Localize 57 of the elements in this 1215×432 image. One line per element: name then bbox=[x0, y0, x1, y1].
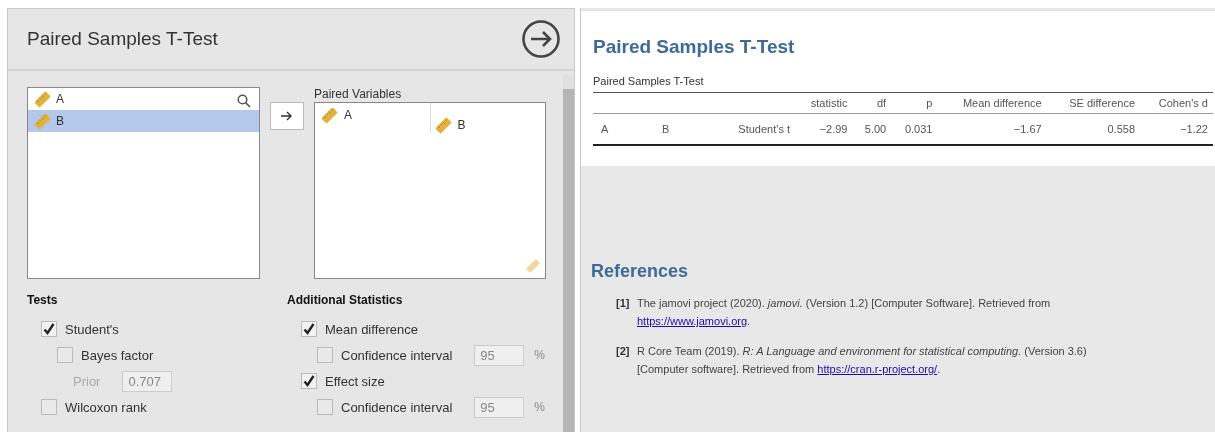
table-cell: 0.558 bbox=[1046, 113, 1141, 145]
search-icon[interactable] bbox=[237, 94, 251, 108]
option-label: Wilcoxon rank bbox=[65, 399, 147, 415]
table-cell: 0.031 bbox=[891, 113, 938, 145]
column-header: statistic bbox=[810, 97, 848, 109]
move-button[interactable] bbox=[270, 102, 304, 130]
checkbox[interactable] bbox=[41, 321, 57, 337]
variable-item[interactable]: B bbox=[28, 110, 259, 132]
reference-number: [2] bbox=[616, 344, 631, 359]
column-header: Cohen's d bbox=[1158, 97, 1208, 109]
variable-item[interactable]: A bbox=[28, 88, 259, 110]
checkbox[interactable] bbox=[301, 321, 317, 337]
unit-label: % bbox=[534, 348, 545, 362]
ruler-icon bbox=[34, 90, 51, 108]
scrollbar[interactable] bbox=[563, 75, 574, 432]
option-label: Effect size bbox=[325, 373, 385, 389]
table-cell: 5.00 bbox=[852, 113, 892, 145]
arrow-icon bbox=[281, 111, 293, 121]
option-label: Mean difference bbox=[325, 321, 418, 337]
variable-item[interactable]: A bbox=[315, 103, 430, 127]
panel-title: Paired Samples T-Test bbox=[27, 28, 218, 50]
table-cell: −1.22 bbox=[1140, 113, 1213, 145]
table-cell: −1.67 bbox=[937, 113, 1047, 145]
field-label: Prior bbox=[73, 373, 101, 389]
option-label: Confidence interval bbox=[341, 347, 453, 363]
table-cell: −2.99 bbox=[795, 113, 853, 145]
column-header: SE difference bbox=[1069, 97, 1136, 109]
section-heading: Additional Statistics bbox=[287, 293, 404, 307]
checkbox[interactable] bbox=[301, 373, 317, 389]
column-header: Mean difference bbox=[962, 97, 1042, 109]
unit-label: % bbox=[534, 400, 545, 414]
table-cell: Student's t bbox=[715, 113, 795, 145]
section-heading: Tests bbox=[27, 293, 59, 307]
arrow-circle-icon[interactable] bbox=[521, 19, 561, 59]
option-label: Bayes factor bbox=[81, 347, 154, 363]
column-header: df bbox=[877, 97, 887, 109]
column-header: p bbox=[926, 97, 933, 109]
checkbox[interactable] bbox=[41, 399, 57, 415]
reference-link[interactable]: https://cran.r-project.org/ bbox=[817, 363, 938, 375]
table-cell: A bbox=[593, 113, 654, 145]
reference-text: The jamovi project (2020). jamovi. (Version 1.2) [Computer Software]. Retrieved from https://www.jamovi.org. bbox=[637, 296, 1052, 329]
checkbox[interactable] bbox=[57, 347, 73, 363]
variable-item[interactable]: B bbox=[430, 113, 545, 137]
paired-variables-label: Paired Variables bbox=[314, 87, 403, 102]
table-caption: Paired Samples T-Test bbox=[593, 75, 705, 87]
option-label: Confidence interval bbox=[341, 399, 453, 415]
reference-number: [1] bbox=[616, 296, 631, 311]
checkbox[interactable] bbox=[317, 347, 333, 363]
reference-text: R Core Team (2019). R: A Language and environment for statistical computing. (Version 3.6) [Computer software]. Retrieved from https://cran.r-project.org/. bbox=[637, 344, 1088, 377]
checkbox[interactable] bbox=[317, 399, 333, 415]
ruler-icon bbox=[434, 116, 452, 134]
option-label: Student's bbox=[65, 321, 119, 337]
ruler-icon bbox=[34, 112, 51, 130]
table-cell: B bbox=[654, 113, 715, 145]
references-heading: References bbox=[591, 261, 690, 282]
ruler-icon bbox=[321, 106, 338, 124]
results-title: Paired Samples T-Test bbox=[593, 36, 796, 58]
